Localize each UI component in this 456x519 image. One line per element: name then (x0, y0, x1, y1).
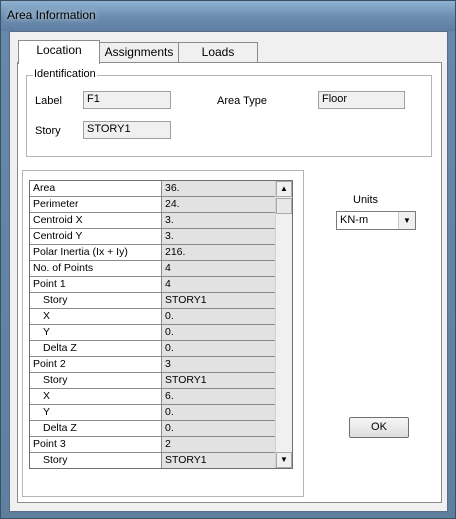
row-name-cell: Centroid Y (30, 229, 162, 245)
row-name-cell: Y (30, 325, 162, 341)
chevron-down-icon[interactable]: ▼ (398, 212, 415, 229)
label-caption: Label (35, 95, 62, 107)
row-name-cell: Point 1 (30, 277, 162, 293)
window-title: Area Information (7, 8, 96, 22)
row-name-cell: Story (30, 293, 162, 309)
row-name-cell: Perimeter (30, 197, 162, 213)
units-dropdown[interactable]: KN-m ▼ (336, 211, 416, 230)
row-value-cell[interactable]: 2 (162, 437, 276, 453)
table-row[interactable]: Perimeter 24. (30, 197, 276, 213)
grid-scrollbar[interactable]: ▲ ▼ (275, 181, 292, 468)
row-name-cell: Point 3 (30, 437, 162, 453)
row-value-cell[interactable]: 0. (162, 341, 276, 357)
table-row[interactable]: Point 23 (30, 357, 276, 373)
row-name-cell: Story (30, 373, 162, 389)
row-value-cell[interactable]: 0. (162, 421, 276, 437)
row-name-cell: X (30, 309, 162, 325)
table-row[interactable]: X 6. (30, 389, 276, 405)
label-field[interactable]: F1 (83, 91, 171, 109)
row-name-cell: No. of Points (30, 261, 162, 277)
area-information-window: Area Information Location Assignments Lo… (0, 0, 456, 519)
row-value-cell[interactable]: 0. (162, 309, 276, 325)
identification-group: Identification Label F1 Area Type Floor … (26, 68, 432, 157)
table-row[interactable]: Y 0. (30, 405, 276, 421)
row-value-cell[interactable]: 6. (162, 389, 276, 405)
row-value-cell[interactable]: STORY1 (162, 373, 276, 389)
table-row[interactable]: Polar Inertia (Ix + Iy) 216. (30, 245, 276, 261)
identification-caption: Identification (33, 68, 97, 80)
properties-grid[interactable]: Area 36. Perimeter 24. Centroid X 3. Centroid … (29, 180, 293, 469)
row-value-cell[interactable]: 4 (162, 277, 276, 293)
tab-assignments-label: Assignments (104, 45, 174, 59)
units-label: Units (353, 194, 379, 206)
row-name-cell: Point 2 (30, 357, 162, 373)
scroll-thumb[interactable] (276, 198, 292, 214)
story-field[interactable]: STORY1 (83, 121, 171, 139)
scroll-up-button[interactable]: ▲ (276, 181, 292, 197)
table-row[interactable]: Delta Z 0. (30, 341, 276, 357)
row-value-cell[interactable]: 3 (162, 357, 276, 373)
row-value-cell[interactable]: 216. (162, 245, 276, 261)
row-name-cell: Polar Inertia (Ix + Iy) (30, 245, 162, 261)
tab-loads-label: Loads (201, 45, 235, 59)
table-row[interactable]: X 0. (30, 309, 276, 325)
table-row[interactable]: Delta Z 0. (30, 421, 276, 437)
table-row[interactable]: Story STORY1 (30, 453, 276, 468)
row-name-cell: Y (30, 405, 162, 421)
table-row[interactable]: Story STORY1 (30, 293, 276, 309)
row-value-cell[interactable]: 36. (162, 181, 276, 197)
row-value-cell[interactable]: STORY1 (162, 453, 276, 468)
row-value-cell[interactable]: STORY1 (162, 293, 276, 309)
table-row[interactable]: No. of Points 4 (30, 261, 276, 277)
table-row[interactable]: Point 32 (30, 437, 276, 453)
row-name-cell: Story (30, 453, 162, 468)
scroll-down-button[interactable]: ▼ (276, 452, 292, 468)
row-name-cell: X (30, 389, 162, 405)
table-row[interactable]: Centroid Y 3. (30, 229, 276, 245)
row-value-cell[interactable]: 3. (162, 229, 276, 245)
row-name-cell: Delta Z (30, 421, 162, 437)
table-row[interactable]: Point 14 (30, 277, 276, 293)
row-name-cell: Centroid X (30, 213, 162, 229)
table-row[interactable]: Centroid X 3. (30, 213, 276, 229)
area-type-caption: Area Type (217, 95, 267, 107)
units-selected-value: KN-m (340, 214, 369, 226)
tab-loads[interactable]: Loads (178, 42, 258, 62)
row-value-cell[interactable]: 3. (162, 213, 276, 229)
title-bar[interactable]: Area Information (1, 1, 455, 31)
row-name-cell: Area (30, 181, 162, 197)
row-value-cell[interactable]: 0. (162, 325, 276, 341)
dialog-client-area: Location Assignments Loads Identificatio… (9, 31, 448, 512)
table-row[interactable]: Area 36. (30, 181, 276, 197)
row-name-cell: Delta Z (30, 341, 162, 357)
row-value-cell[interactable]: 4 (162, 261, 276, 277)
row-value-cell[interactable]: 24. (162, 197, 276, 213)
row-value-cell[interactable]: 0. (162, 405, 276, 421)
area-type-field[interactable]: Floor (318, 91, 405, 109)
tab-assignments[interactable]: Assignments (99, 42, 179, 62)
table-row[interactable]: Y 0. (30, 325, 276, 341)
location-tab-panel: Identification Label F1 Area Type Floor … (17, 62, 442, 503)
tab-location-label: Location (36, 43, 82, 57)
tab-location[interactable]: Location (18, 40, 100, 64)
story-caption: Story (35, 125, 61, 137)
table-row[interactable]: Story STORY1 (30, 373, 276, 389)
ok-button[interactable]: OK (349, 417, 409, 438)
